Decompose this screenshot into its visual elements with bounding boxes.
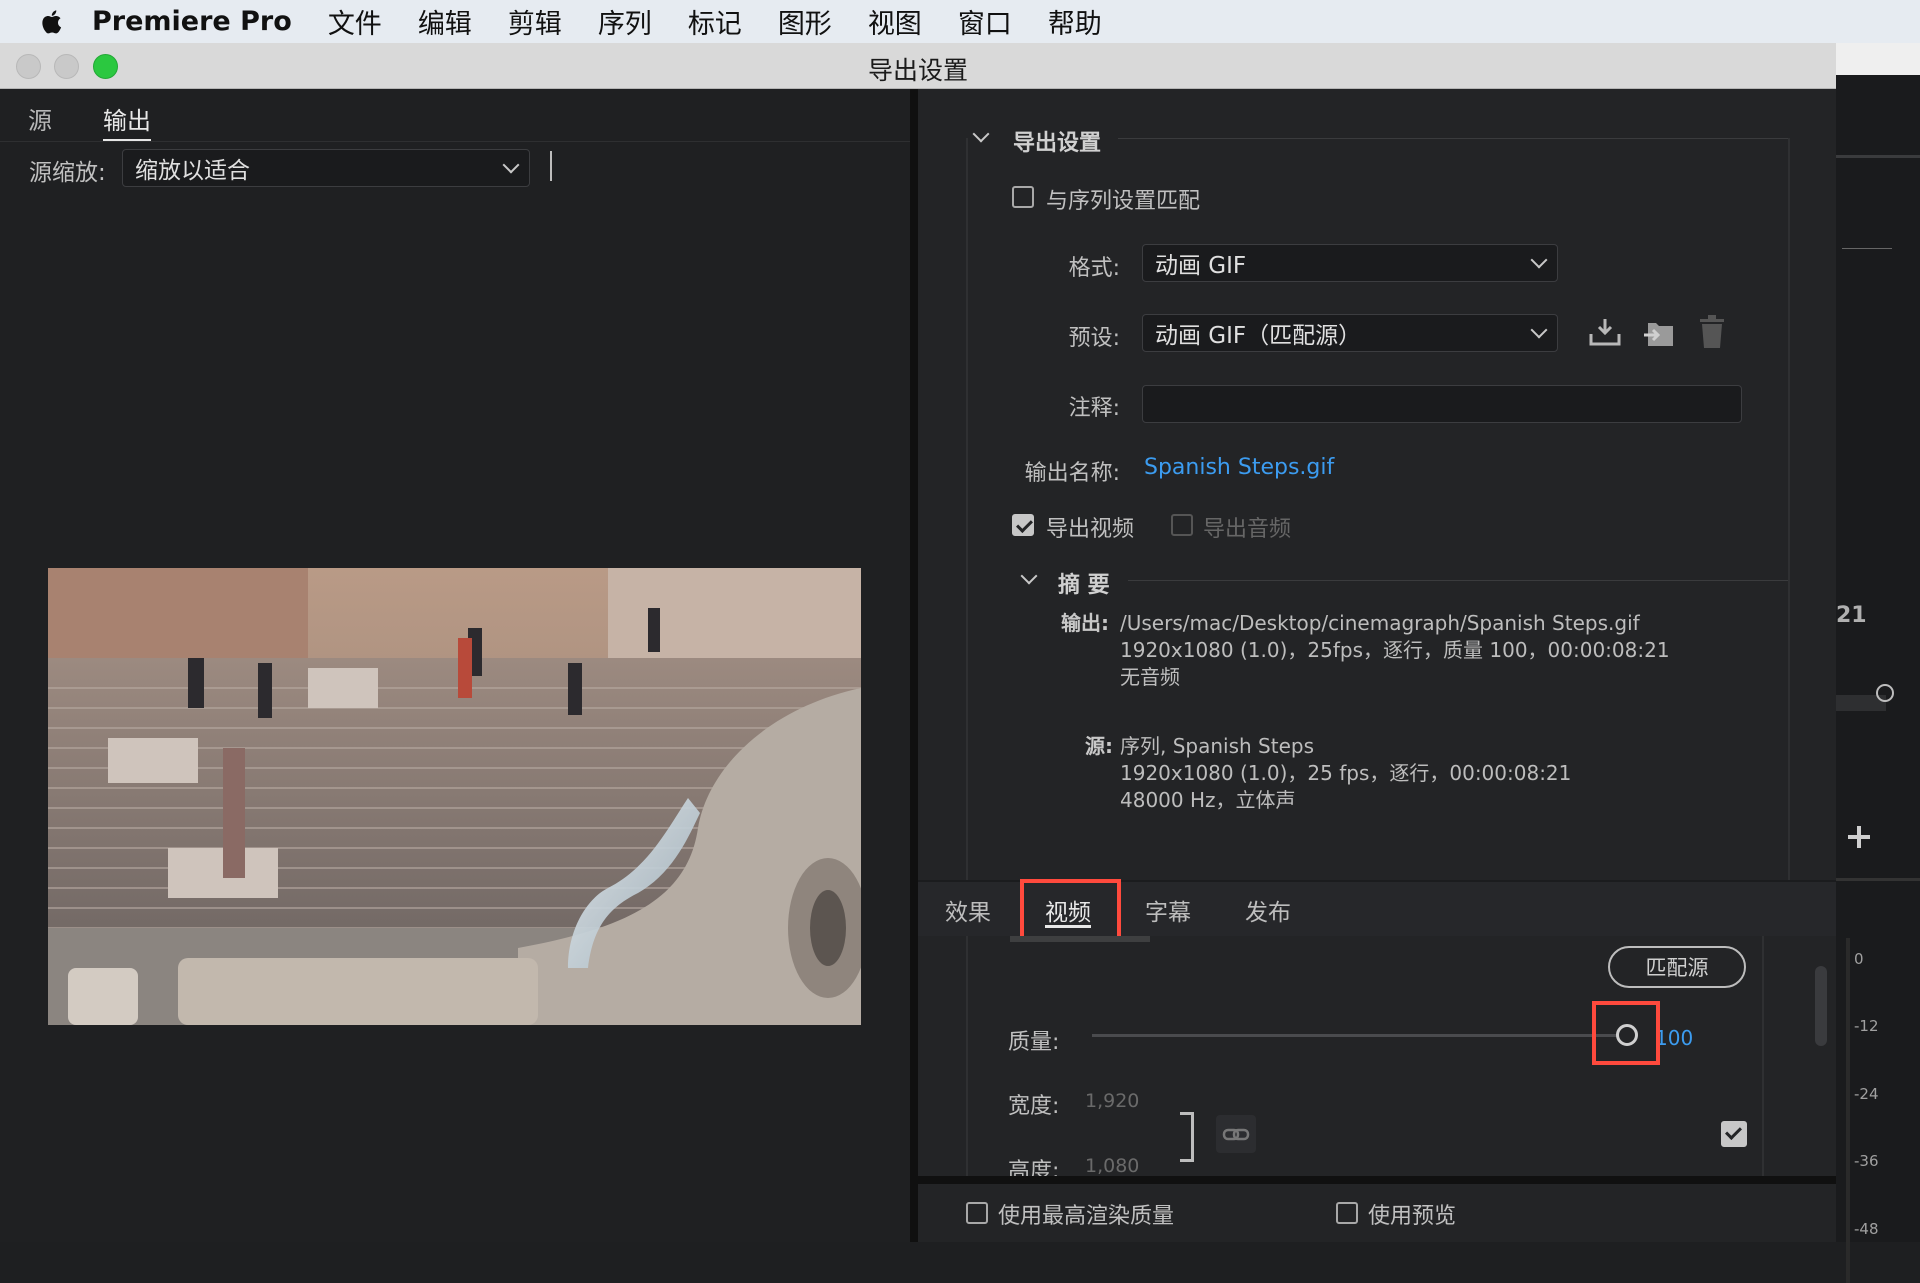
apple-logo-icon[interactable] <box>40 9 62 35</box>
format-dropdown[interactable]: 动画 GIF <box>1142 244 1558 282</box>
format-value: 动画 GIF <box>1155 253 1247 279</box>
menu-markers[interactable]: 标记 <box>688 2 742 41</box>
highlight-box-video-tab <box>1020 879 1121 944</box>
text-cursor <box>550 151 552 181</box>
match-source-button[interactable]: 匹配源 <box>1608 946 1746 988</box>
max-render-quality-checkbox[interactable] <box>966 1202 988 1224</box>
export-audio-checkbox[interactable] <box>1171 514 1193 536</box>
tab-source[interactable]: 源 <box>28 101 52 136</box>
tab-effects[interactable]: 效果 <box>945 893 991 927</box>
comment-input[interactable] <box>1142 385 1742 423</box>
chevron-down-icon <box>1530 251 1548 269</box>
export-audio-label: 导出音频 <box>1203 517 1292 542</box>
height-value[interactable]: 1,080 <box>1085 1155 1139 1177</box>
summary-output-line: 1920x1080 (1.0)，25fps，逐行，质量 100，00:00:08… <box>1120 638 1670 662</box>
save-preset-icon[interactable] <box>1588 317 1622 347</box>
output-preview-image <box>48 568 861 1025</box>
export-settings-section-title: 导出设置 <box>1013 131 1102 156</box>
menu-file[interactable]: 文件 <box>328 2 382 41</box>
export-video-checkbox[interactable] <box>1012 514 1034 536</box>
audio-meter-bar <box>1846 938 1850 1283</box>
app-name-menu[interactable]: Premiere Pro <box>92 6 292 37</box>
source-scale-label: 源缩放: <box>29 160 106 186</box>
format-label: 格式: <box>1068 256 1120 281</box>
match-sequence-checkbox[interactable] <box>1012 186 1034 208</box>
summary-output-line: /Users/mac/Desktop/cinemagraph/Spanish S… <box>1120 611 1640 635</box>
width-value[interactable]: 1,920 <box>1085 1090 1139 1112</box>
summary-source-line: 序列, Spanish Steps <box>1120 734 1315 758</box>
summary-output-line: 无音频 <box>1120 665 1180 689</box>
preset-dropdown[interactable]: 动画 GIF（匹配源） <box>1142 314 1558 352</box>
use-preview-checkbox[interactable] <box>1336 1202 1358 1224</box>
output-name-link[interactable]: Spanish Steps.gif <box>1144 455 1334 480</box>
output-name-label: 输出名称: <box>1024 461 1120 486</box>
delete-preset-icon[interactable] <box>1698 315 1726 349</box>
chevron-down-icon <box>1530 321 1548 339</box>
menu-edit[interactable]: 编辑 <box>418 2 472 41</box>
menu-sequence[interactable]: 序列 <box>598 2 652 41</box>
summary-source-line: 48000 Hz，立体声 <box>1120 788 1296 812</box>
resize-checkbox[interactable] <box>1721 1121 1747 1147</box>
width-label: 宽度: <box>1008 1094 1060 1119</box>
menu-clip[interactable]: 剪辑 <box>508 2 562 41</box>
menu-view[interactable]: 视图 <box>868 2 922 41</box>
summary-source-line: 1920x1080 (1.0)，25 fps，逐行，00:00:08:21 <box>1120 761 1572 785</box>
summary-title: 摘 要 <box>1058 573 1110 598</box>
summary-chevron-icon[interactable] <box>1020 567 1038 585</box>
meter-tick: -48 <box>1854 1220 1879 1238</box>
meter-tick: -12 <box>1854 1017 1879 1035</box>
window-title-bar: 导出设置 <box>0 43 1836 89</box>
summary-output-label: 输出: <box>1061 611 1109 635</box>
tab-publish[interactable]: 发布 <box>1245 893 1291 927</box>
window-title: 导出设置 <box>867 56 968 85</box>
summary-source-label: 源: <box>1085 734 1113 758</box>
match-sequence-label: 与序列设置匹配 <box>1046 189 1201 214</box>
max-render-quality-label: 使用最高渲染质量 <box>998 1204 1175 1229</box>
quality-value[interactable]: 100 <box>1655 1026 1693 1050</box>
use-preview-label: 使用预览 <box>1368 1204 1457 1229</box>
link-dimensions-icon[interactable] <box>1216 1115 1256 1153</box>
menu-window[interactable]: 窗口 <box>958 2 1012 41</box>
settings-scrollbar[interactable] <box>1815 966 1827 1046</box>
tab-captions[interactable]: 字幕 <box>1145 893 1191 927</box>
chevron-down-icon <box>502 156 520 174</box>
zoom-slider-handle[interactable] <box>1876 684 1894 702</box>
import-preset-icon[interactable] <box>1642 317 1676 349</box>
menu-help[interactable]: 帮助 <box>1048 2 1102 41</box>
export-video-label: 导出视频 <box>1046 517 1135 542</box>
meter-tick: 0 <box>1854 950 1864 968</box>
menu-bar: Premiere Pro 文件 编辑 剪辑 序列 标记 图形 视图 窗口 帮助 <box>0 0 1920 43</box>
preset-value: 动画 GIF（匹配源） <box>1155 323 1362 349</box>
background-app-panel: 21 0 -12 -24 -36 -48 <box>1836 43 1920 1283</box>
aspect-bracket <box>1180 1112 1194 1162</box>
menu-graphics[interactable]: 图形 <box>778 2 832 41</box>
meter-tick: -24 <box>1854 1085 1879 1103</box>
add-icon[interactable] <box>1848 826 1870 848</box>
meter-tick: -36 <box>1854 1152 1879 1170</box>
comment-label: 注释: <box>1068 396 1120 421</box>
tab-output[interactable]: 输出 <box>103 101 151 142</box>
quality-label: 质量: <box>1008 1030 1060 1055</box>
source-scale-dropdown[interactable]: 缩放以适合 <box>122 149 530 187</box>
timecode-fragment: 21 <box>1836 603 1867 628</box>
source-scale-value: 缩放以适合 <box>135 158 250 184</box>
highlight-box-quality-slider <box>1592 1001 1660 1065</box>
quality-slider-track[interactable] <box>1092 1034 1627 1037</box>
collapse-chevron-icon[interactable] <box>972 125 990 143</box>
panel-divider[interactable] <box>910 89 918 1242</box>
preset-label: 预设: <box>1068 326 1120 351</box>
